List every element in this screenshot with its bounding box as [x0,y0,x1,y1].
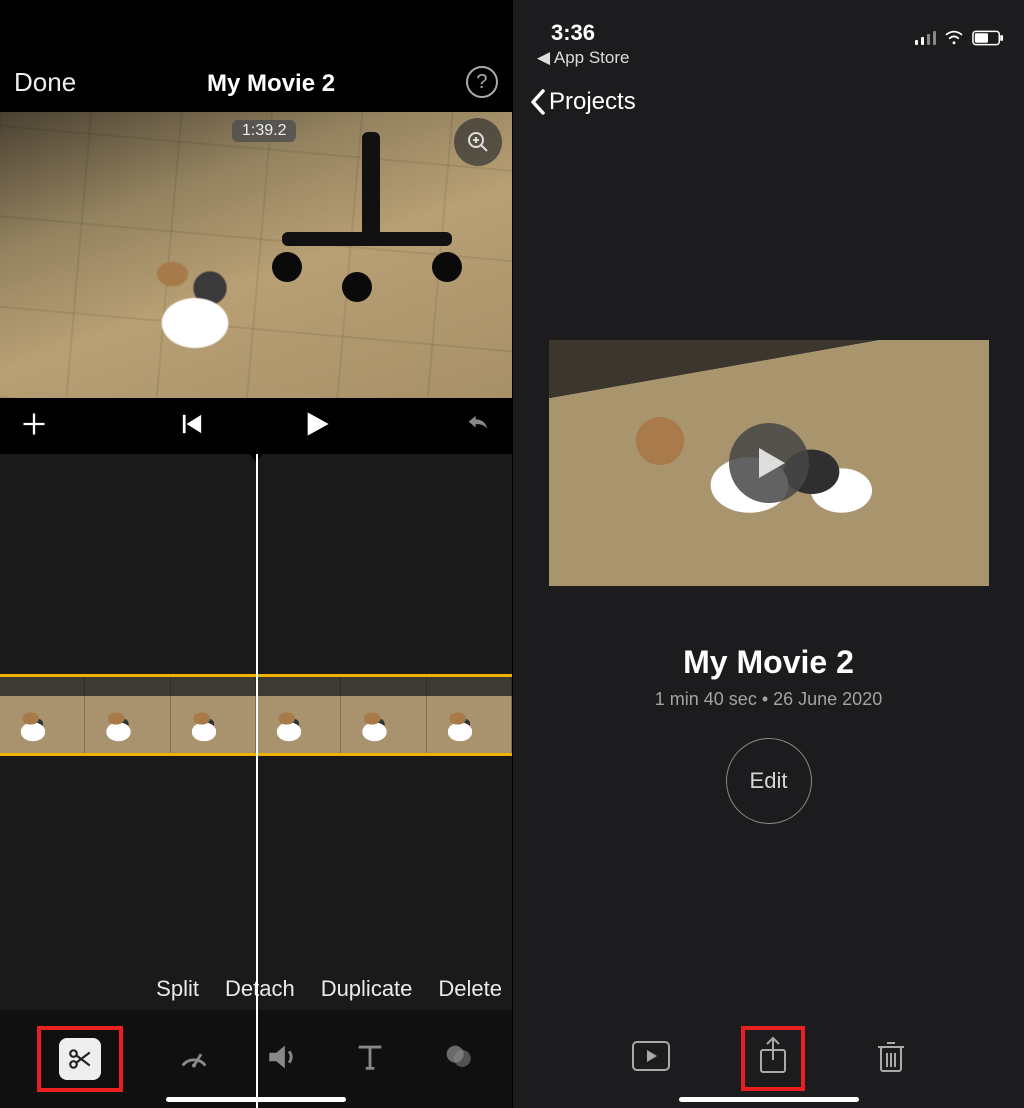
app-back-breadcrumb[interactable]: ◀ App Store [513,48,1024,74]
play-overlay-button[interactable] [729,423,809,503]
timestamp-badge: 1:39.2 [232,120,296,142]
status-time: 3:36 [551,20,595,46]
help-button[interactable]: ? [466,66,498,98]
project-detail: My Movie 2 1 min 40 sec • 26 June 2020 E… [513,130,1024,1108]
nav-row: Projects [513,74,1024,130]
video-preview[interactable]: 1:39.2 [0,112,512,398]
clip-thumbnail [85,677,170,753]
magnifier-plus-icon [466,130,490,154]
play-icon [759,448,785,478]
back-button[interactable]: Projects [529,88,636,116]
scissors-icon [67,1046,93,1072]
delete-project-button[interactable] [875,1037,907,1080]
trash-icon [875,1037,907,1075]
project-bottom-toolbar [513,1008,1024,1108]
status-icons-group [915,30,1005,46]
clip-thumbnail [256,677,341,753]
add-media-button[interactable] [20,410,48,443]
project-metadata: 1 min 40 sec • 26 June 2020 [655,689,882,710]
status-bar: 3:36 [513,0,1024,48]
timeline-area[interactable]: Split Detach Duplicate Delete [0,454,512,1108]
filters-tab[interactable] [441,1040,475,1079]
actions-tab[interactable] [59,1038,101,1080]
back-label: Projects [549,88,636,116]
delete-button[interactable]: Delete [438,976,502,1002]
home-indicator[interactable] [679,1097,859,1102]
question-icon: ? [476,71,487,94]
share-icon [757,1036,789,1076]
play-button[interactable] [303,410,331,443]
chevron-left-icon [529,88,547,116]
clip-thumbnail [171,677,256,753]
tutorial-highlight-scissors [37,1026,123,1092]
share-button[interactable] [757,1036,789,1081]
cellular-signal-icon [915,31,937,45]
volume-tab[interactable] [265,1040,299,1079]
cat-graphic [120,232,270,372]
clip-action-row: Split Detach Duplicate Delete [130,976,502,1002]
plus-icon [20,410,48,438]
detach-button[interactable]: Detach [225,976,295,1002]
clip-thumbnail [341,677,426,753]
imovie-editor-screen: Done My Movie 2 ? 1:39.2 [0,0,512,1108]
titles-tab[interactable] [353,1040,387,1079]
imovie-projects-screen: 3:36 ◀ App Store Projects My Movie 2 1 m… [512,0,1024,1108]
speedometer-icon [177,1040,211,1074]
speed-tab[interactable] [177,1040,211,1079]
play-project-button[interactable] [631,1040,671,1077]
tutorial-highlight-share [741,1026,805,1091]
skip-start-icon [181,413,203,435]
done-button[interactable]: Done [14,67,76,98]
play-rect-icon [631,1040,671,1072]
project-thumbnail[interactable] [549,340,989,586]
clip-thumbnail [0,677,85,753]
clip-thumbnail [427,677,512,753]
filters-icon [441,1040,475,1074]
undo-icon [464,410,492,438]
project-title: My Movie 2 [683,644,854,681]
undo-button[interactable] [464,410,492,443]
play-icon [303,410,331,438]
zoom-in-button[interactable] [454,118,502,166]
chair-graphic [272,132,472,332]
duplicate-button[interactable]: Duplicate [321,976,413,1002]
split-button[interactable]: Split [156,976,199,1002]
wifi-icon [944,30,964,46]
playhead-line[interactable] [256,454,258,1108]
go-to-start-button[interactable] [181,413,203,440]
edit-button[interactable]: Edit [726,738,812,824]
battery-icon [972,30,1004,46]
editor-top-bar: Done My Movie 2 ? [0,0,512,112]
project-title-header: My Movie 2 [207,70,335,98]
text-icon [353,1040,387,1074]
speaker-icon [265,1040,299,1074]
